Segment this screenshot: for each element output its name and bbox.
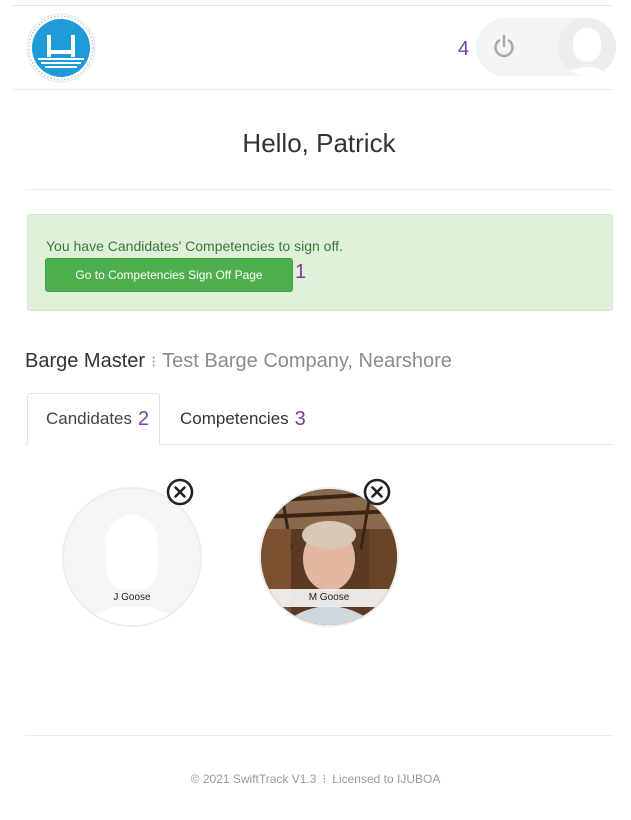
footer-copyright: © 2021 SwiftTrack V1.3 — [190, 772, 317, 786]
tab-candidates-label: Candidates — [46, 409, 133, 428]
tab-competencies-label: Competencies — [180, 409, 289, 428]
step-number-1: 1 — [295, 261, 307, 283]
tab-competencies[interactable]: Competencies 3 — [180, 393, 306, 445]
step-number-4: 4 — [458, 38, 470, 60]
alert-message: You have Candidates' Competencies to sig… — [46, 238, 343, 254]
barge-operators-logo-icon[interactable] — [26, 13, 96, 83]
signoff-alert: You have Candidates' Competencies to sig… — [27, 214, 613, 311]
candidate-card[interactable]: J Goose — [62, 487, 202, 627]
remove-candidate-icon[interactable] — [165, 477, 195, 507]
power-icon[interactable] — [484, 26, 524, 66]
remove-candidate-icon[interactable] — [362, 477, 392, 507]
user-avatar-icon[interactable] — [558, 18, 616, 76]
candidate-name: M Goose — [261, 589, 397, 607]
candidate-name: J Goose — [64, 589, 200, 607]
role-separator: ⁝ — [151, 354, 157, 371]
role-company: Test Barge Company, Nearshore — [162, 350, 452, 372]
competencies-signoff-button[interactable]: Go to Competencies Sign Off Page — [45, 258, 293, 292]
footer-license: Licensed to IJUBOA — [332, 772, 441, 786]
footer-separator: ⁝ — [322, 772, 327, 786]
step-number-2: 2 — [138, 407, 150, 430]
role-title: Barge Master — [25, 350, 146, 372]
candidate-card[interactable]: M Goose — [259, 487, 399, 627]
main-tabs: Candidates 2 Competencies 3 — [25, 393, 613, 445]
step-number-3: 3 — [294, 407, 306, 430]
page-greeting: Hello, Patrick — [242, 128, 396, 158]
footer: © 2021 SwiftTrack V1.3 ⁝ Licensed to IJUBO… — [0, 772, 631, 786]
greeting-divider — [25, 189, 613, 190]
app-header: 4 — [12, 6, 616, 90]
role-line: Barge Master ⁝ Test Barge Company, Nearsho… — [25, 350, 452, 373]
tab-candidates[interactable]: Candidates 2 — [27, 393, 160, 445]
footer-divider — [25, 735, 613, 736]
